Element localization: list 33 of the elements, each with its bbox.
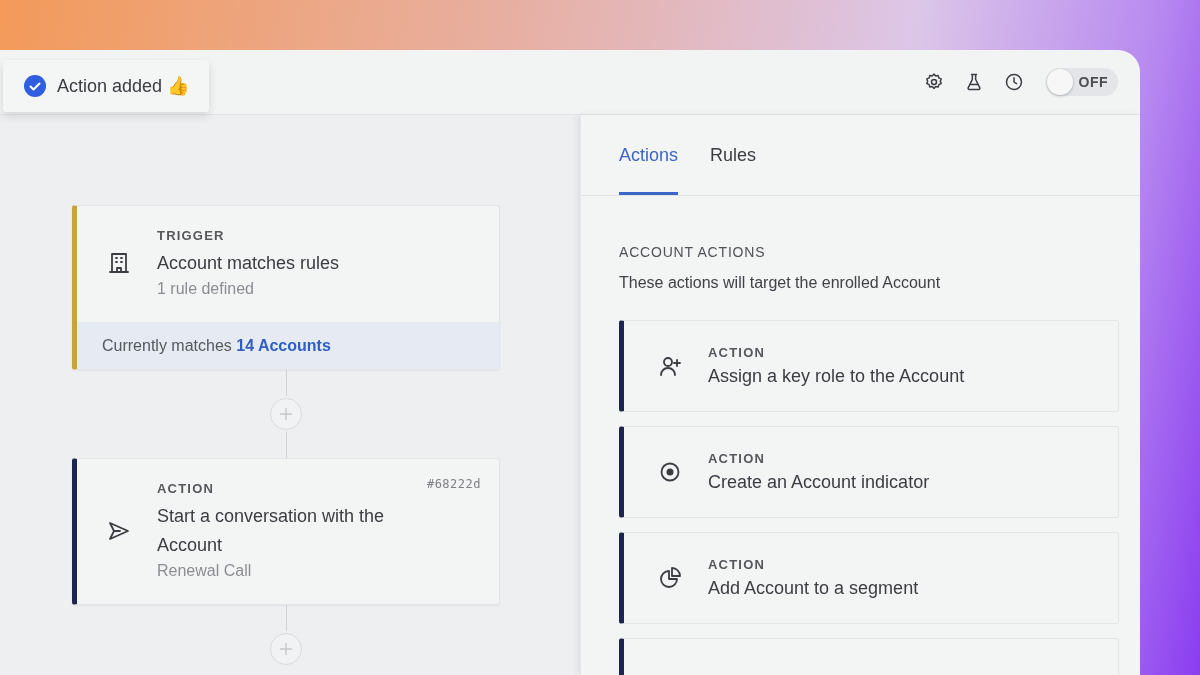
plus-icon bbox=[279, 642, 293, 656]
pie-chart-icon bbox=[658, 566, 682, 590]
match-text: Currently matches bbox=[102, 337, 233, 354]
toggle-switch[interactable]: OFF bbox=[1046, 68, 1118, 96]
node-id: #68222d bbox=[426, 477, 481, 491]
toast-message: Action added 👍 bbox=[57, 75, 190, 97]
section-description: These actions will target the enrolled Account bbox=[619, 274, 942, 292]
building-icon bbox=[107, 251, 131, 275]
card-title: Assign a key role to the Account bbox=[708, 366, 965, 387]
card-title: Account matches rules bbox=[157, 252, 341, 275]
card-title: Add Account to a segment bbox=[708, 578, 919, 599]
card-label: ACTION bbox=[708, 451, 767, 466]
target-icon bbox=[658, 460, 682, 484]
card-label: TRIGGER bbox=[157, 228, 226, 243]
tab[interactable]: Rules bbox=[710, 145, 757, 195]
card-title: Start a conversation with the Account bbox=[157, 505, 386, 557]
check-icon bbox=[23, 74, 47, 98]
tab[interactable]: Actions bbox=[619, 145, 679, 195]
action-card[interactable]: ACTION Create an Account indicator bbox=[619, 426, 1119, 518]
card-label: ACTION bbox=[157, 481, 216, 496]
plus-icon bbox=[279, 407, 293, 421]
person-add-icon bbox=[658, 354, 682, 378]
card-label: ACTION bbox=[708, 557, 767, 572]
section-heading: ACCOUNT ACTIONS bbox=[619, 244, 767, 260]
card-subtitle: 1 rule defined bbox=[157, 280, 255, 298]
card-title: Create an Account indicator bbox=[708, 472, 930, 493]
action-card[interactable]: ACTION Add Account to a segment bbox=[619, 532, 1119, 624]
accounts-link[interactable]: 14 Accounts bbox=[236, 337, 331, 354]
card-subtitle: Renewal Call bbox=[157, 562, 253, 580]
action-card[interactable]: ACTION Start a conversation with the Account Renewal Call #68222d bbox=[72, 458, 500, 605]
card-label: ACTION bbox=[708, 345, 767, 360]
trigger-card[interactable]: TRIGGER Account matches rules 1 rule defined Currently matches 14 Accounts bbox=[72, 205, 500, 370]
action-card[interactable]: ACTION Assign a key role to the Account bbox=[619, 320, 1119, 412]
